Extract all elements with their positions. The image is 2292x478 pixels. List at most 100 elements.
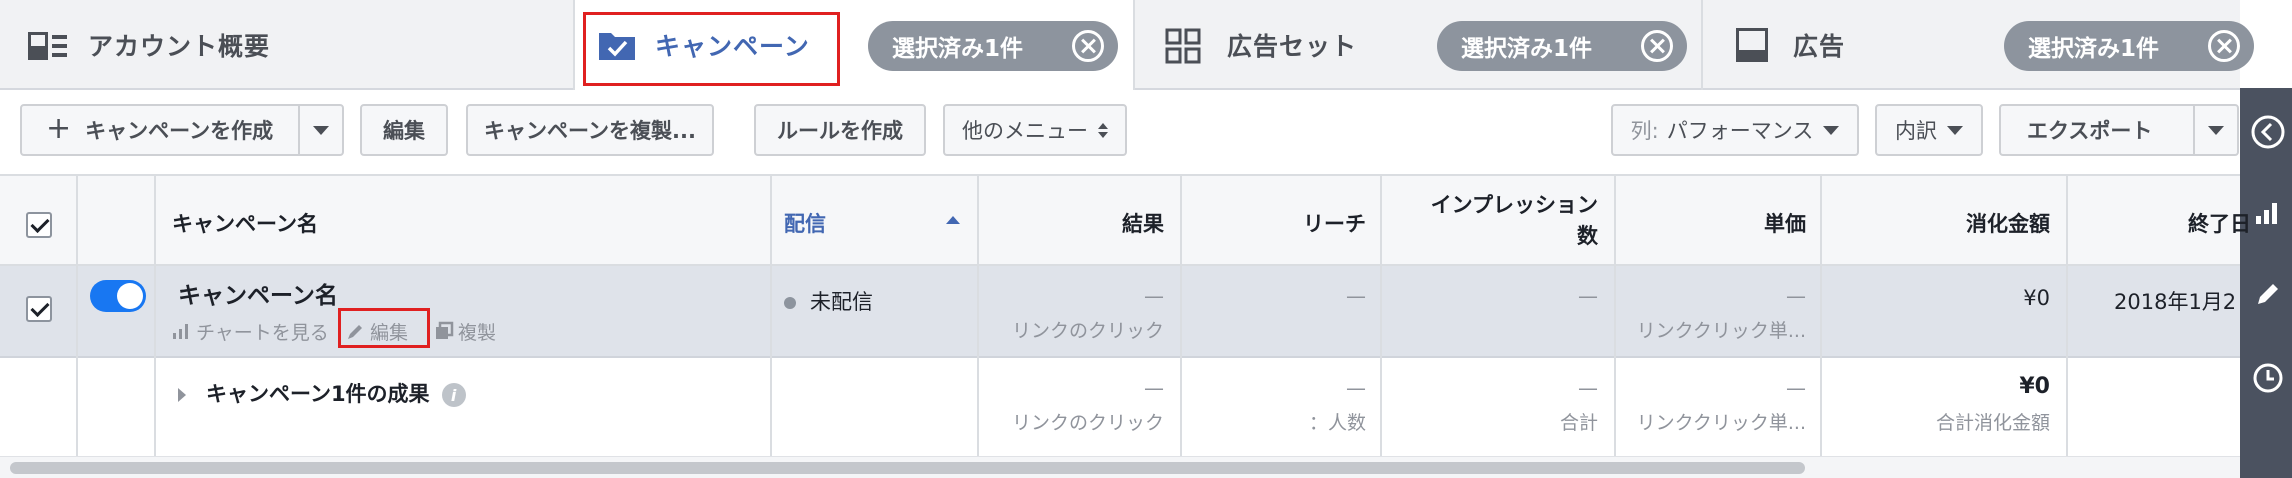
column-divider bbox=[977, 174, 979, 456]
create-rule-label: ルールを作成 bbox=[777, 119, 903, 143]
header-delivery[interactable]: 配信 bbox=[784, 208, 964, 238]
close-icon[interactable] bbox=[1072, 30, 1104, 62]
create-rule-button[interactable]: ルールを作成 bbox=[754, 104, 926, 156]
view-chart-label: チャートを見る bbox=[196, 322, 329, 344]
breakdown-label: 内訳 bbox=[1895, 119, 1937, 143]
chevron-down-icon bbox=[313, 125, 329, 135]
tab-account-label: アカウント概要 bbox=[88, 32, 271, 61]
right-side-rail bbox=[2240, 88, 2292, 478]
tab-ad[interactable]: 広告 選択済み1件 bbox=[1703, 0, 2254, 90]
header-reach[interactable]: リーチ bbox=[1190, 208, 1366, 238]
row-duplicate-label: 複製 bbox=[458, 322, 497, 344]
campaign-selected-chip[interactable]: 選択済み1件 bbox=[868, 21, 1118, 71]
collapse-chevron-icon[interactable] bbox=[2250, 114, 2286, 154]
account-overview-icon bbox=[28, 32, 68, 64]
duplicate-campaign-label: キャンペーンを複製... bbox=[484, 119, 696, 143]
more-menu-button[interactable]: 他のメニュー bbox=[943, 104, 1127, 156]
edit-button-label: 編集 bbox=[383, 119, 425, 143]
duplicate-campaign-button[interactable]: キャンペーンを複製... bbox=[466, 104, 714, 156]
duplicate-icon bbox=[434, 321, 454, 346]
campaign-tab-highlight bbox=[583, 12, 840, 86]
table-row[interactable]: キャンペーン名 チャートを見る 編集 複製 未配信 — リンクのクリック — —… bbox=[0, 266, 2240, 358]
column-divider bbox=[1614, 174, 1616, 456]
table-header-row: キャンペーン名 配信 結果 リーチ インプレッション 数 単価 消化金額 終了日 bbox=[0, 174, 2251, 266]
export-label: エクスポート bbox=[2027, 119, 2153, 143]
column-divider bbox=[2066, 174, 2068, 456]
status-dot-icon bbox=[784, 297, 796, 309]
export-dropdown[interactable] bbox=[2193, 106, 2237, 154]
spend-value: ¥0 bbox=[2023, 286, 2050, 310]
column-divider bbox=[1180, 174, 1182, 456]
columns-dropdown[interactable]: 列: パフォーマンス bbox=[1611, 104, 1859, 156]
summary-expand[interactable]: キャンペーン1件の成果 i bbox=[178, 378, 466, 408]
tab-account-overview[interactable]: アカウント概要 bbox=[0, 0, 575, 90]
header-impressions-line1: インプレッション bbox=[1430, 193, 1598, 217]
export-button[interactable]: エクスポート bbox=[1999, 104, 2239, 156]
campaign-toggle[interactable] bbox=[90, 280, 146, 312]
level-tabs: アカウント概要 キャンペーン 選択済み1件 広告セット 選択済み1件 広告 選択… bbox=[0, 0, 2254, 90]
chart-icon bbox=[172, 322, 192, 345]
view-chart-link[interactable]: チャートを見る bbox=[172, 318, 329, 345]
adset-selected-chip[interactable]: 選択済み1件 bbox=[1437, 21, 1687, 71]
sort-ascending-icon bbox=[946, 216, 960, 224]
header-cost[interactable]: 単価 bbox=[1640, 208, 1806, 238]
close-icon[interactable] bbox=[2208, 30, 2240, 62]
columns-value: パフォーマンス bbox=[1666, 119, 1814, 143]
scrollbar-thumb[interactable] bbox=[10, 462, 1805, 474]
header-delivery-label: 配信 bbox=[784, 212, 826, 236]
pencil-icon[interactable] bbox=[2254, 280, 2282, 312]
header-results[interactable]: 結果 bbox=[990, 208, 1164, 238]
summary-reach-subtitle: ：人数 bbox=[1308, 412, 1366, 434]
row-duplicate-link[interactable]: 複製 bbox=[434, 318, 496, 346]
summary-cost-subtitle: リンククリック単... bbox=[1636, 412, 1806, 434]
chevron-down-icon bbox=[2208, 125, 2224, 135]
sort-updown-icon bbox=[1098, 122, 1108, 138]
select-all-checkbox[interactable] bbox=[26, 212, 52, 238]
summary-label: キャンペーン1件の成果 bbox=[206, 382, 430, 406]
edit-button[interactable]: 編集 bbox=[360, 104, 448, 156]
delivery-status: 未配信 bbox=[784, 286, 873, 316]
header-impressions-line2: 数 bbox=[1577, 224, 1598, 248]
close-icon[interactable] bbox=[1641, 30, 1673, 62]
columns-prefix: 列: bbox=[1630, 119, 1659, 143]
header-end-date[interactable]: 終了日 bbox=[2188, 208, 2251, 238]
breakdown-dropdown[interactable]: 内訳 bbox=[1875, 104, 1983, 156]
ad-selected-chip[interactable]: 選択済み1件 bbox=[2004, 21, 2254, 71]
summary-cost-value: — bbox=[1786, 376, 1806, 400]
header-campaign-name[interactable]: キャンペーン名 bbox=[172, 208, 318, 238]
create-campaign-dropdown[interactable] bbox=[298, 106, 342, 154]
create-campaign-label: キャンペーンを作成 bbox=[85, 119, 274, 143]
edit-link-highlight bbox=[338, 308, 430, 348]
clock-icon[interactable] bbox=[2252, 362, 2284, 398]
horizontal-scrollbar[interactable] bbox=[0, 456, 2240, 478]
toolbar: + キャンペーンを作成 編集 キャンペーンを複製... ルールを作成 他のメニュ… bbox=[0, 92, 2240, 174]
summary-impressions-value: — bbox=[1578, 376, 1598, 400]
summary-reach-value: — bbox=[1346, 376, 1366, 400]
plus-icon: + bbox=[46, 111, 72, 146]
header-spend[interactable]: 消化金額 bbox=[1840, 208, 2050, 238]
row-checkbox[interactable] bbox=[26, 296, 52, 322]
ad-icon bbox=[1736, 28, 1768, 66]
more-menu-label: 他のメニュー bbox=[962, 119, 1088, 143]
tab-adset[interactable]: 広告セット 選択済み1件 bbox=[1135, 0, 1703, 90]
column-divider bbox=[76, 174, 78, 456]
summary-results-subtitle: リンクのクリック bbox=[1011, 412, 1164, 434]
impressions-value: — bbox=[1578, 284, 1598, 308]
chart-icon[interactable] bbox=[2254, 200, 2280, 230]
delivery-status-label: 未配信 bbox=[810, 290, 873, 314]
column-divider bbox=[154, 174, 156, 456]
column-divider bbox=[1820, 174, 1822, 456]
cost-subtitle: リンククリック単... bbox=[1636, 320, 1806, 342]
column-divider bbox=[770, 174, 772, 456]
campaign-selected-chip-label: 選択済み1件 bbox=[892, 36, 1024, 62]
create-campaign-button[interactable]: + キャンペーンを作成 bbox=[20, 104, 344, 156]
grid-icon bbox=[1165, 28, 1201, 68]
results-value: — bbox=[1144, 284, 1164, 308]
end-date-value: 2018年1月2 bbox=[2114, 290, 2237, 314]
header-impressions[interactable]: インプレッション 数 bbox=[1390, 190, 1598, 252]
campaign-name-link[interactable]: キャンペーン名 bbox=[178, 276, 338, 310]
summary-spend-subtitle: 合計消化金額 bbox=[1935, 412, 2050, 434]
cost-value: — bbox=[1786, 284, 1806, 308]
info-icon[interactable]: i bbox=[441, 383, 466, 407]
summary-impressions-subtitle: 合計 bbox=[1559, 412, 1598, 434]
